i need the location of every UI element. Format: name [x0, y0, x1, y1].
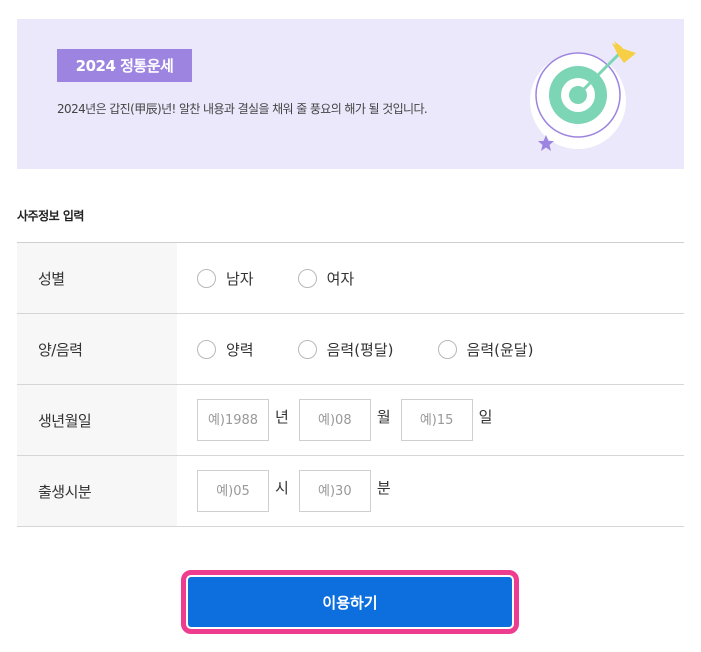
submit-highlight: 이용하기: [181, 570, 519, 634]
gender-label: 성별: [17, 243, 177, 313]
birthdate-row: 생년월일 년 월 일: [17, 385, 684, 456]
birthtime-row: 출생시분 시 분: [17, 456, 684, 527]
radio-female[interactable]: 여자: [297, 268, 355, 289]
radio-solar[interactable]: 양력: [197, 339, 254, 360]
minute-unit: 분: [376, 478, 391, 497]
day-unit: 일: [478, 407, 493, 426]
radio-male[interactable]: 남자: [197, 268, 254, 289]
birthdate-label: 생년월일: [17, 385, 177, 455]
banner-badge: 2024 정통운세: [57, 49, 192, 82]
hour-unit: 시: [275, 478, 289, 497]
radio-circle[interactable]: [297, 339, 317, 359]
calendar-row: 양/음력 양력 음력(평달) 음력(윤달): [17, 314, 684, 385]
section-title: 사주정보 입력: [17, 209, 84, 223]
minute-input[interactable]: [298, 470, 371, 512]
saju-form: 성별 남자 여자 양/음력 양력 음력(평달) 음력(윤달) 생년월일 예)19…: [17, 242, 684, 527]
birthtime-label: 출생시분: [17, 456, 177, 526]
radio-circle[interactable]: [197, 268, 216, 288]
radio-label: 남자: [226, 269, 254, 288]
radio-lunar-normal[interactable]: 음력(평달): [297, 339, 394, 360]
submit-button[interactable]: 이용하기: [188, 577, 512, 627]
calendar-label: 양/음력: [17, 314, 177, 384]
radio-label: 음력(평달): [326, 340, 394, 359]
month-input[interactable]: [298, 399, 371, 441]
day-input[interactable]: [400, 399, 473, 441]
radio-label: 여자: [326, 269, 355, 288]
hour-input[interactable]: [197, 470, 269, 512]
fortune-banner: 2024 정통운세 2024년은 갑진(甲辰)년! 알찬 내용과 결실을 채워 …: [17, 19, 684, 169]
year-input[interactable]: [197, 399, 269, 441]
year-unit: 년: [275, 407, 289, 426]
banner-description: 2024년은 갑진(甲辰)년! 알찬 내용과 결실을 채워 줄 풍요의 해가 될…: [57, 102, 428, 116]
radio-circle[interactable]: [297, 268, 317, 288]
radio-label: 양력: [226, 340, 254, 359]
radio-circle[interactable]: [197, 339, 216, 359]
radio-circle[interactable]: [437, 339, 457, 359]
month-unit: 월: [376, 407, 391, 426]
target-icon: [530, 41, 636, 151]
radio-label: 음력(윤달): [466, 340, 534, 359]
radio-lunar-leap[interactable]: 음력(윤달): [437, 339, 534, 360]
gender-row: 성별 남자 여자: [17, 243, 684, 314]
